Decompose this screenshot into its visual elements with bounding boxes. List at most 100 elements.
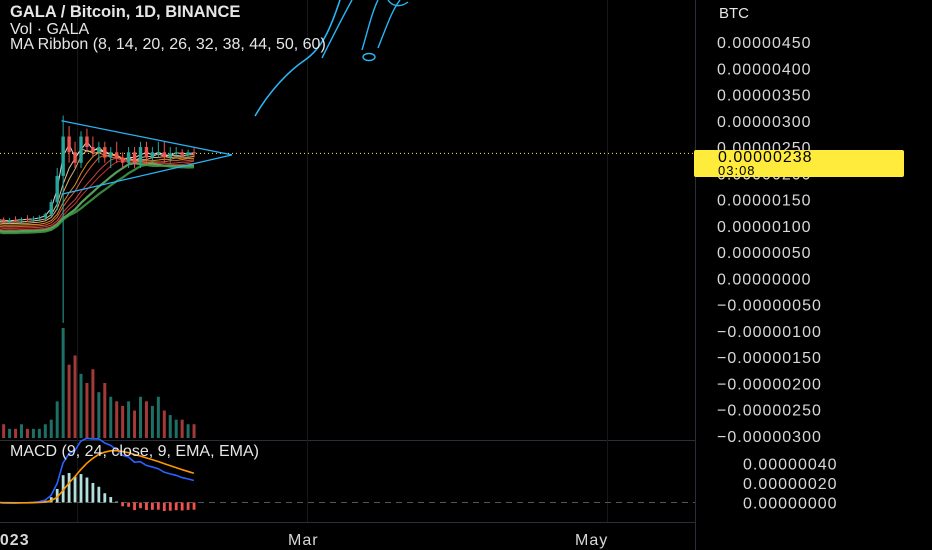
price-tick-label: 0.00000050 (717, 245, 812, 262)
volume-bar (162, 410, 166, 438)
candle-body (1, 219, 6, 222)
candle-body (85, 136, 89, 148)
volume-bar (8, 428, 12, 438)
volume-bars (2, 328, 196, 438)
candle-body (43, 214, 47, 218)
price-tick-label: −0.00000250 (717, 403, 822, 420)
price-axis[interactable]: BTC 0.00000450 0.00000400 0.00000350 0.00000… (717, 5, 822, 446)
projection-curve (361, 0, 379, 51)
candle-body (120, 157, 125, 163)
candle-body (7, 220, 12, 222)
price-tick-label: 0.00000350 (717, 88, 812, 105)
macd-histogram-bar (162, 502, 166, 512)
macd-histogram-bar (156, 502, 160, 510)
volume-bar (192, 424, 196, 438)
time-axis[interactable]: 2023 Mar May (0, 532, 608, 549)
ma-line (0, 146, 195, 223)
macd-histogram-bar (151, 502, 154, 510)
volume-bar (55, 401, 59, 438)
candle-body (150, 152, 155, 158)
volume-bar (109, 396, 113, 438)
macd-histogram-bar (133, 502, 136, 511)
volume-bar (2, 424, 6, 438)
candle-body (168, 153, 172, 158)
volume-bar (133, 410, 137, 438)
volume-bar (139, 396, 142, 438)
pane-separator (0, 522, 695, 523)
candle-body (180, 152, 184, 155)
volume-bar (67, 364, 71, 438)
volume-bar (156, 396, 160, 438)
macd-histogram-bar (192, 502, 196, 510)
macd-tick-label: 0.00000020 (743, 476, 838, 493)
volume-bar (174, 419, 178, 438)
volume-bar (186, 424, 190, 438)
volume-bar (37, 428, 41, 438)
price-tick-label: 0.00000150 (717, 193, 812, 210)
volume-bar (168, 415, 172, 438)
candle-body (55, 175, 59, 203)
volume-bar (85, 383, 89, 438)
volume-bar (91, 369, 95, 438)
volume-bar (49, 419, 53, 438)
candle-body (162, 152, 166, 158)
time-tick-label: 2023 (0, 532, 30, 549)
candle-body (79, 136, 83, 163)
macd-histogram-bar (145, 502, 148, 510)
candle-countdown: 03:08 (718, 163, 756, 178)
candle-body (138, 147, 143, 163)
volume-bar (115, 401, 119, 438)
candle-body (156, 152, 161, 154)
macd-histogram-bar (180, 502, 184, 511)
macd-histogram-bar (139, 502, 142, 509)
ma-ribbon-legend: MA Ribbon (8, 14, 20, 26, 32, 38, 44, 50… (10, 36, 326, 53)
candle-body (103, 147, 107, 158)
candle-body (37, 217, 42, 219)
ma-line (0, 157, 195, 229)
candle-body (31, 218, 36, 220)
candle-body (109, 152, 113, 158)
candle-body (91, 147, 95, 153)
volume-bar (25, 428, 29, 438)
candle-body (73, 152, 77, 163)
candle-body (25, 218, 30, 220)
macd-histogram-bar (174, 502, 178, 511)
candle-body (97, 147, 101, 153)
vertical-gridline (607, 0, 608, 522)
volume-bar (79, 373, 83, 438)
macd-histogram-bar (85, 477, 89, 503)
candle-body (174, 152, 178, 154)
price-tick-label: −0.00000100 (717, 324, 822, 341)
macd-legend: MACD (9, 24, close, 9, EMA, EMA) (10, 443, 259, 460)
macd-histogram-bar (91, 483, 95, 503)
price-tick-label: 0.00000450 (717, 35, 812, 52)
pane-separator (0, 440, 695, 441)
candle-body (13, 220, 18, 221)
candle-body (67, 136, 71, 153)
price-tick-label: 0.00000000 (717, 271, 812, 288)
projection-curve (377, 0, 401, 49)
candle-body (61, 136, 65, 176)
trading-chart[interactable]: 0.00000040 0.00000020 0.00000000 BTC 0.0000… (0, 0, 932, 550)
price-tick-label: 0.00000300 (717, 114, 812, 131)
last-price-badge: 0.00000238 03:08 (694, 149, 904, 178)
volume-bar (97, 392, 101, 438)
drawings[interactable] (61, 0, 409, 195)
symbol-title: GALA / Bitcoin, 1D, BINANCE (10, 3, 241, 21)
time-tick-label: May (575, 532, 608, 549)
volume-bar (144, 401, 148, 438)
candle-body (115, 152, 119, 158)
time-tick-label: Mar (288, 532, 319, 549)
volume-bar (20, 424, 23, 438)
macd-histogram-bar (121, 502, 125, 507)
volume-bar (103, 383, 107, 438)
price-tick-label: 0.00000100 (717, 219, 812, 236)
volume-bar (73, 355, 77, 438)
macd-histogram-bar (79, 474, 83, 503)
price-tick-label: −0.00000150 (717, 350, 822, 367)
volume-bar (31, 428, 35, 438)
volume-bar (43, 424, 47, 438)
candle-body (126, 152, 131, 163)
macd-histogram-bar (115, 501, 119, 503)
macd-histogram-bar (168, 502, 172, 511)
